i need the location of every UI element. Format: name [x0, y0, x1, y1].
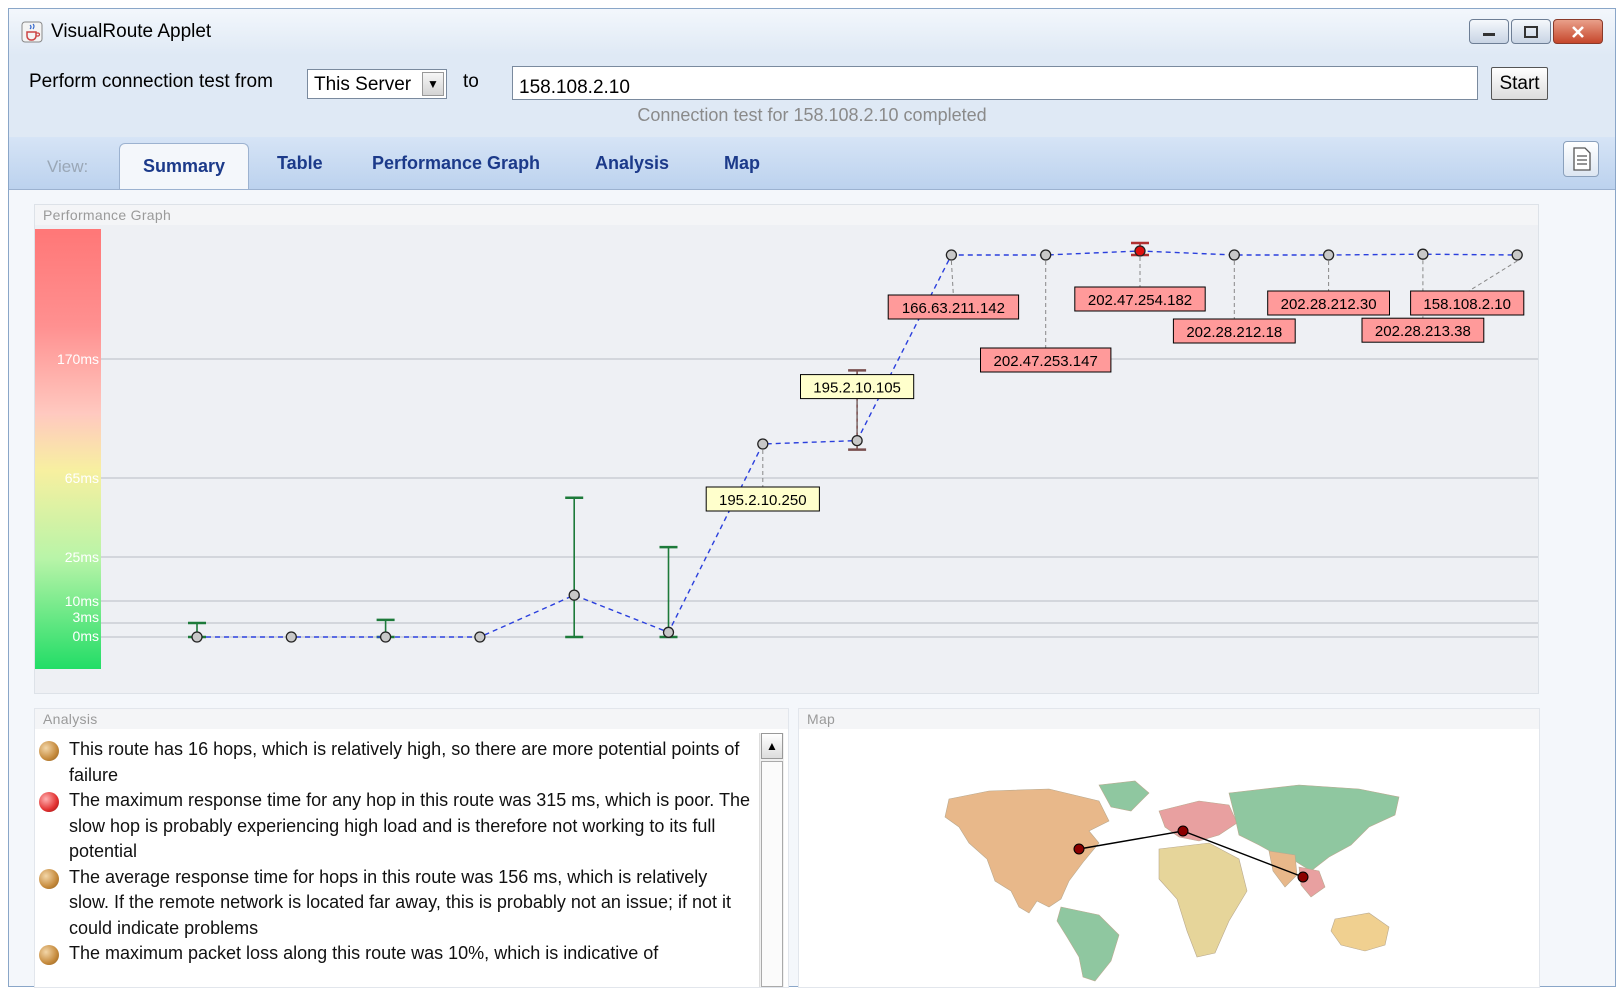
hop-ip-label: 202.28.213.38: [1375, 323, 1471, 340]
map-panel: Map: [798, 708, 1540, 988]
hop-ip-label: 202.28.212.30: [1281, 296, 1377, 313]
scroll-thumb[interactable]: [761, 761, 783, 987]
hop-ip-label: 158.108.2.10: [1423, 296, 1511, 313]
analysis-list: This route has 16 hops, which is relativ…: [35, 737, 750, 967]
report-button[interactable]: [1563, 141, 1599, 177]
tab-map[interactable]: Map: [724, 153, 760, 174]
title-bar: VisualRoute Applet: [9, 9, 1615, 55]
analysis-scrollbar[interactable]: ▲: [759, 733, 784, 987]
hop-point[interactable]: [191, 631, 203, 643]
hop-point[interactable]: [568, 589, 580, 601]
applet-window: VisualRoute Applet Perform connection te…: [8, 8, 1616, 988]
y-tick-label: 3ms: [73, 609, 99, 625]
graph-panel-title: Performance Graph: [35, 205, 1538, 225]
greenland: [1098, 780, 1150, 812]
hop-point[interactable]: [1417, 248, 1429, 260]
hop-point[interactable]: [1134, 245, 1146, 257]
hop-point[interactable]: [662, 626, 675, 638]
analysis-panel-title: Analysis: [35, 709, 788, 729]
y-tick-label: 25ms: [65, 549, 99, 565]
hop-point[interactable]: [379, 631, 392, 643]
start-button[interactable]: Start: [1491, 67, 1548, 100]
warning-icon: [39, 945, 59, 965]
map-panel-title: Map: [799, 709, 1539, 729]
hop-point[interactable]: [945, 249, 958, 261]
analysis-text: The average response time for hops in th…: [69, 866, 731, 938]
y-tick-label: 0ms: [73, 628, 99, 644]
list-item: This route has 16 hops, which is relativ…: [35, 737, 750, 788]
hop-point[interactable]: [1228, 249, 1240, 261]
performance-graph-panel: Performance Graph 0ms 3ms 10ms 25ms 65ms 170m…: [34, 204, 1539, 694]
route-node[interactable]: [1177, 825, 1189, 837]
hop-ip-label: 202.47.253.147: [994, 353, 1098, 370]
hop-point[interactable]: [285, 631, 297, 643]
from-label: Perform connection test from: [29, 71, 273, 92]
y-tick-label: 65ms: [65, 470, 99, 486]
window-controls: [1469, 19, 1603, 44]
australia: [1330, 912, 1390, 952]
minimize-button[interactable]: [1469, 19, 1509, 44]
view-label: View:: [47, 157, 89, 176]
route-node[interactable]: [1073, 843, 1085, 855]
source-server-select[interactable]: This Server ▼: [307, 69, 447, 99]
analysis-panel: Analysis This route has 16 hops, which i…: [34, 708, 789, 988]
hop-point[interactable]: [1040, 249, 1052, 261]
scroll-up-button[interactable]: ▲: [761, 733, 783, 759]
world-map[interactable]: [799, 731, 1539, 987]
hop-point[interactable]: [757, 438, 769, 450]
tab-summary[interactable]: Summary: [119, 143, 249, 189]
hop-point[interactable]: [851, 434, 863, 447]
chevron-down-icon[interactable]: ▼: [422, 72, 444, 96]
connection-toolbar: Perform connection test from This Server…: [9, 59, 1615, 100]
maximize-icon: [1524, 25, 1538, 38]
close-button[interactable]: [1553, 19, 1603, 44]
java-cup-icon: [21, 21, 43, 43]
tab-table[interactable]: Table: [277, 153, 323, 174]
warning-icon: [39, 741, 59, 761]
list-item: The maximum response time for any hop in…: [35, 788, 750, 865]
y-tick-label: 170ms: [57, 351, 99, 367]
to-label: to: [463, 71, 479, 92]
hop-ip-label: 202.28.212.18: [1186, 324, 1282, 341]
y-tick-label: 10ms: [65, 593, 99, 609]
continents: [944, 780, 1400, 982]
list-item: The average response time for hops in th…: [35, 865, 750, 942]
south-america: [1056, 906, 1120, 982]
europe: [1158, 800, 1238, 842]
hop-point[interactable]: [474, 631, 486, 643]
tab-analysis[interactable]: Analysis: [595, 153, 669, 174]
hop-point[interactable]: [1511, 249, 1523, 261]
document-icon: [1573, 147, 1591, 171]
maximize-button[interactable]: [1511, 19, 1551, 44]
hop-point[interactable]: [1322, 249, 1335, 261]
status-message: Connection test for 158.108.2.10 complet…: [637, 105, 987, 125]
hop-ip-label: 195.2.10.250: [719, 492, 807, 509]
warning-icon: [39, 868, 59, 889]
source-server-value: This Server: [314, 74, 412, 95]
target-host-input[interactable]: 158.108.2.10: [512, 66, 1478, 100]
hop-ip-label: 202.47.254.182: [1088, 292, 1192, 309]
north-america: [944, 788, 1110, 914]
list-item: The maximum packet loss along this route…: [35, 941, 750, 967]
error-icon: [39, 792, 59, 812]
analysis-text: The maximum packet loss along this route…: [69, 943, 659, 963]
view-tabbar: View: Summary Table Performance Graph An…: [9, 137, 1615, 189]
performance-graph: 0ms 3ms10ms 25ms 65ms 170ms 195.2.10.250 195.…: [35, 225, 1538, 693]
analysis-text: This route has 16 hops, which is relativ…: [69, 739, 740, 785]
hop-ip-label: 166.63.211.142: [902, 300, 1005, 317]
route-node[interactable]: [1297, 871, 1309, 883]
analysis-text: The maximum response time for any hop in…: [69, 790, 750, 861]
window-title: VisualRoute Applet: [51, 21, 212, 42]
tab-performance-graph[interactable]: Performance Graph: [372, 153, 540, 174]
close-icon: [1572, 25, 1584, 38]
minimize-icon: [1483, 32, 1495, 36]
africa: [1158, 842, 1248, 958]
hop-ip-label: 195.2.10.105: [813, 380, 901, 397]
